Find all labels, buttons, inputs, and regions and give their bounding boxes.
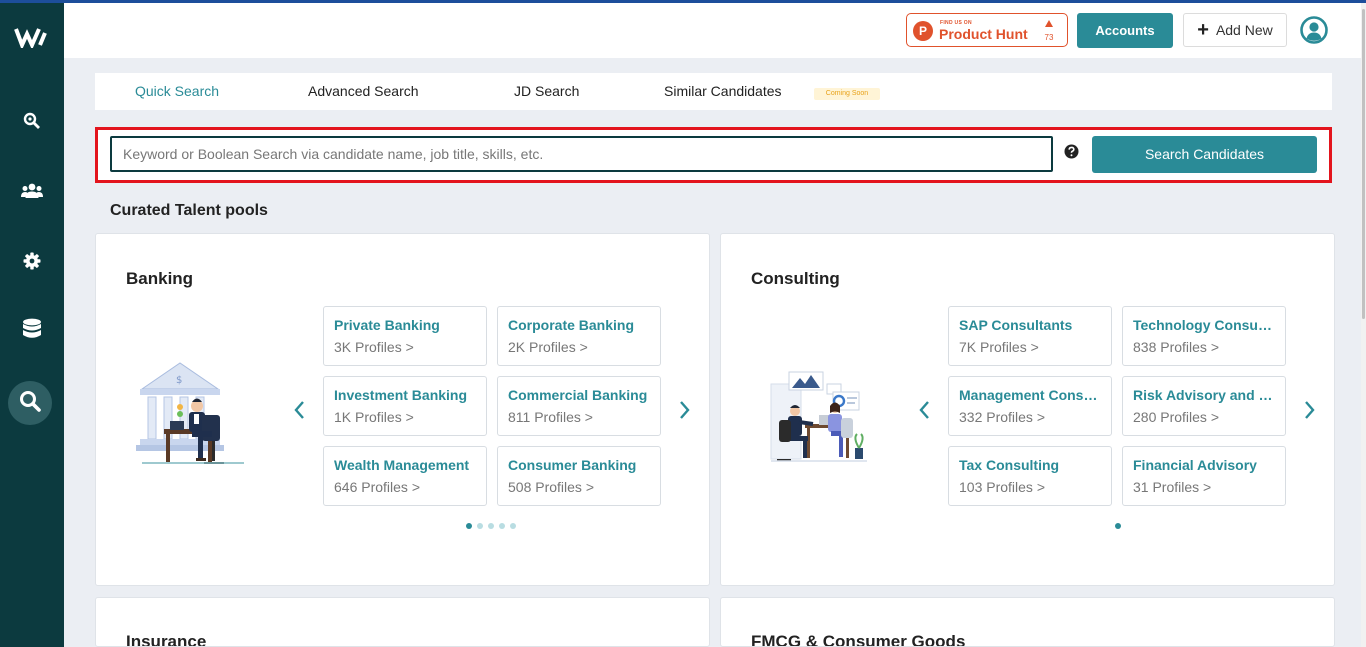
sidebar-item-search-key[interactable] bbox=[12, 103, 52, 143]
pool-tile[interactable]: Investment Banking 1K Profiles > bbox=[323, 376, 487, 436]
pool-tile[interactable]: Management Consulting 332 Profiles > bbox=[948, 376, 1112, 436]
sidebar bbox=[0, 0, 64, 647]
talent-pool-card-fmcg: FMCG & Consumer Goods bbox=[720, 597, 1335, 647]
carousel-dot[interactable] bbox=[1115, 523, 1121, 529]
product-hunt-logo-icon: P bbox=[913, 21, 933, 41]
pool-count: 31 Profiles > bbox=[1133, 479, 1212, 495]
card-title: Consulting bbox=[751, 269, 840, 288]
pool-count: 811 Profiles > bbox=[508, 409, 593, 425]
pool-tile[interactable]: Technology Consulting 838 Profiles > bbox=[1122, 306, 1286, 366]
add-new-label: Add New bbox=[1215, 22, 1273, 38]
sidebar-item-search[interactable] bbox=[8, 381, 52, 425]
upvote-count: 73 bbox=[1044, 33, 1054, 42]
help-icon[interactable] bbox=[1064, 144, 1079, 159]
database-icon bbox=[22, 318, 42, 344]
plus-icon: + bbox=[1197, 19, 1209, 41]
prev-arrow-icon[interactable] bbox=[917, 400, 933, 420]
sidebar-item-users[interactable] bbox=[12, 173, 52, 213]
search-candidates-button[interactable]: Search Candidates bbox=[1092, 136, 1317, 173]
pool-name: Risk Advisory and Consulting bbox=[1133, 387, 1275, 403]
carousel-dot[interactable] bbox=[466, 523, 472, 529]
pool-tile[interactable]: Commercial Banking 811 Profiles > bbox=[497, 376, 661, 436]
pool-count: 1K Profiles > bbox=[334, 409, 414, 425]
tab-jd-search[interactable]: JD Search bbox=[514, 83, 579, 99]
pool-tile[interactable]: Consumer Banking 508 Profiles > bbox=[497, 446, 661, 506]
users-icon bbox=[21, 183, 43, 203]
consulting-illustration bbox=[769, 364, 869, 469]
next-arrow-icon[interactable] bbox=[676, 400, 692, 420]
pool-tile[interactable]: Wealth Management 646 Profiles > bbox=[323, 446, 487, 506]
pool-name: Financial Advisory bbox=[1133, 457, 1257, 473]
bank-illustration: $ bbox=[134, 359, 254, 474]
pool-count: 103 Profiles > bbox=[959, 479, 1045, 495]
pool-name: Technology Consulting bbox=[1133, 317, 1275, 333]
section-title: Curated Talent pools bbox=[110, 202, 268, 219]
pool-name: Tax Consulting bbox=[959, 457, 1060, 473]
tab-quick-search[interactable]: Quick Search bbox=[135, 83, 219, 99]
app-logo[interactable] bbox=[14, 26, 48, 51]
accounts-button[interactable]: Accounts bbox=[1077, 13, 1173, 48]
top-accent-line bbox=[0, 0, 1366, 3]
carousel-dot[interactable] bbox=[499, 523, 505, 529]
search-tabs: Quick Search Advanced Search JD Search S… bbox=[95, 73, 1332, 110]
product-hunt-badge[interactable]: P FIND US ON Product Hunt 73 bbox=[906, 13, 1068, 47]
carousel-dot[interactable] bbox=[510, 523, 516, 529]
pool-count: 508 Profiles > bbox=[508, 479, 594, 495]
pool-count: 2K Profiles > bbox=[508, 339, 588, 355]
pool-name: Consumer Banking bbox=[508, 457, 637, 473]
svg-text:$: $ bbox=[176, 375, 182, 386]
scrollbar-thumb[interactable] bbox=[1362, 9, 1365, 319]
talent-pool-card-consulting: Consulting SAP Consultants 7K Profiles >… bbox=[720, 233, 1335, 586]
pool-count: 280 Profiles > bbox=[1133, 409, 1219, 425]
next-arrow-icon[interactable] bbox=[1301, 400, 1317, 420]
pool-name: Management Consulting bbox=[959, 387, 1101, 403]
pool-count: 646 Profiles > bbox=[334, 479, 420, 495]
carousel-dots bbox=[466, 523, 516, 529]
pool-count: 838 Profiles > bbox=[1133, 339, 1219, 355]
pool-name: Corporate Banking bbox=[508, 317, 635, 333]
search-input[interactable] bbox=[110, 136, 1053, 172]
sidebar-item-database[interactable] bbox=[12, 311, 52, 351]
sidebar-item-settings[interactable] bbox=[12, 243, 52, 283]
pool-count: 7K Profiles > bbox=[959, 339, 1039, 355]
pool-name: Commercial Banking bbox=[508, 387, 648, 403]
tab-similar-candidates[interactable]: Similar Candidates bbox=[664, 83, 782, 99]
search-icon bbox=[19, 390, 41, 416]
pool-name: Private Banking bbox=[334, 317, 440, 333]
product-hunt-name: Product Hunt bbox=[939, 26, 1028, 42]
pool-tile[interactable]: Private Banking 3K Profiles > bbox=[323, 306, 487, 366]
pool-name: Investment Banking bbox=[334, 387, 468, 403]
pool-name: SAP Consultants bbox=[959, 317, 1073, 333]
pool-count: 332 Profiles > bbox=[959, 409, 1045, 425]
tab-advanced-search[interactable]: Advanced Search bbox=[308, 83, 419, 99]
pool-tile[interactable]: Financial Advisory 31 Profiles > bbox=[1122, 446, 1286, 506]
carousel-dot[interactable] bbox=[488, 523, 494, 529]
carousel-dots bbox=[1115, 523, 1121, 529]
card-title: FMCG & Consumer Goods bbox=[751, 632, 966, 647]
pool-tile[interactable]: Risk Advisory and Consulting 280 Profile… bbox=[1122, 376, 1286, 436]
search-key-icon bbox=[23, 112, 41, 134]
talent-pool-card-banking: Banking $ Private Banking 3K Profiles > … bbox=[95, 233, 710, 586]
card-title: Insurance bbox=[126, 632, 207, 647]
pool-count: 3K Profiles > bbox=[334, 339, 414, 355]
gear-icon bbox=[23, 252, 41, 274]
card-title: Banking bbox=[126, 269, 194, 288]
prev-arrow-icon[interactable] bbox=[292, 400, 308, 420]
talent-pool-card-insurance: Insurance bbox=[95, 597, 710, 647]
carousel-dot[interactable] bbox=[477, 523, 483, 529]
search-bar: Search Candidates bbox=[95, 127, 1332, 183]
upvote-triangle-icon bbox=[1045, 20, 1053, 27]
top-header: P FIND US ON Product Hunt 73 Accounts + … bbox=[64, 3, 1361, 58]
pool-tile[interactable]: SAP Consultants 7K Profiles > bbox=[948, 306, 1112, 366]
page-scrollbar[interactable] bbox=[1361, 3, 1366, 647]
coming-soon-badge: Coming Soon bbox=[814, 88, 880, 100]
pool-name: Wealth Management bbox=[334, 457, 470, 473]
pool-tile[interactable]: Corporate Banking 2K Profiles > bbox=[497, 306, 661, 366]
add-new-button[interactable]: + Add New bbox=[1183, 13, 1287, 47]
pool-tile[interactable]: Tax Consulting 103 Profiles > bbox=[948, 446, 1112, 506]
user-avatar-icon[interactable] bbox=[1300, 16, 1328, 44]
